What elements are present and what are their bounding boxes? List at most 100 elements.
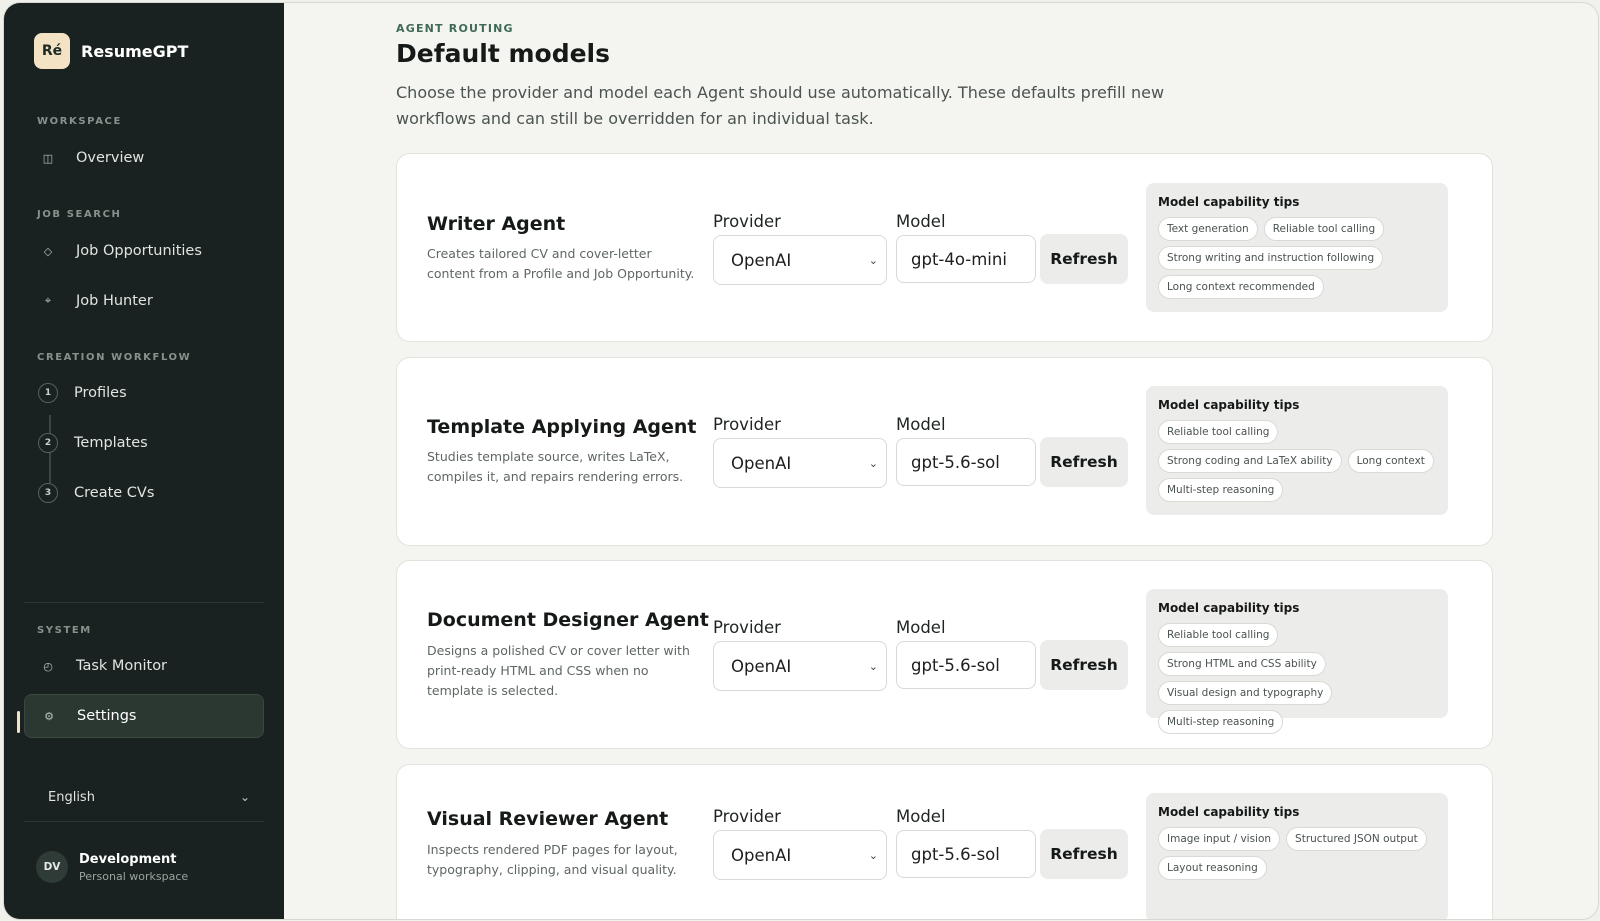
app-logo: Ré xyxy=(34,33,70,69)
user-card[interactable]: DV Development Personal workspace xyxy=(36,851,188,883)
provider-select[interactable]: OpenAI ⌄ xyxy=(713,438,887,488)
sidebar-item-label: Task Monitor xyxy=(76,658,168,674)
model-input[interactable]: gpt-4o-mini xyxy=(896,235,1036,283)
user-subtitle: Personal workspace xyxy=(79,869,189,883)
model-input[interactable]: gpt-5.6-sol xyxy=(896,641,1036,689)
refresh-button[interactable]: Refresh xyxy=(1040,829,1128,879)
provider-label: Provider xyxy=(713,807,781,826)
step-badge: 1 xyxy=(38,383,58,403)
sidebar: Ré ResumeGPT WORKSPACE ◫ Overview JOB SE… xyxy=(4,3,284,919)
clock-icon: ◴ xyxy=(43,659,53,673)
model-input[interactable]: gpt-5.6-sol xyxy=(896,830,1036,878)
provider-value: OpenAI xyxy=(731,845,792,865)
capability-chip: Multi-step reasoning xyxy=(1158,478,1284,502)
provider-label: Provider xyxy=(713,618,781,637)
capability-tips: Model capability tips Reliable tool call… xyxy=(1146,589,1448,734)
sidebar-item-label: Profiles xyxy=(74,385,127,401)
page-title: Default models xyxy=(396,39,611,68)
model-label: Model xyxy=(896,212,946,231)
language-value: English xyxy=(48,789,95,805)
chevron-down-icon: ⌄ xyxy=(868,848,878,862)
capability-tips: Model capability tips Image input / visi… xyxy=(1146,793,1448,919)
gear-icon: ⚙ xyxy=(44,709,54,723)
provider-select[interactable]: OpenAI ⌄ xyxy=(713,830,887,880)
refresh-button[interactable]: Refresh xyxy=(1040,437,1128,487)
section-label-system: SYSTEM xyxy=(37,625,92,636)
capability-chip: Reliable tool calling xyxy=(1158,420,1279,444)
model-input[interactable]: gpt-5.6-sol xyxy=(896,438,1036,486)
agent-name: Writer Agent xyxy=(427,213,566,235)
capability-tips: Model capability tips Text generation Re… xyxy=(1146,183,1448,312)
agent-card-document-designer: Document Designer Agent Designs a polish… xyxy=(396,560,1493,749)
agent-name: Visual Reviewer Agent xyxy=(427,808,669,830)
capability-chip: Structured JSON output xyxy=(1286,827,1427,851)
sidebar-item-label: Templates xyxy=(74,435,148,451)
main-content: AGENT ROUTING Default models Choose the … xyxy=(284,3,1598,919)
page-eyebrow: AGENT ROUTING xyxy=(396,22,514,35)
capability-chip: Multi-step reasoning xyxy=(1158,710,1284,734)
sidebar-divider xyxy=(24,602,264,603)
sidebar-item-task-monitor[interactable]: ◴ Task Monitor xyxy=(24,644,264,688)
app-window: Ré ResumeGPT WORKSPACE ◫ Overview JOB SE… xyxy=(4,3,1598,919)
step-badge: 3 xyxy=(38,483,58,503)
sidebar-item-settings[interactable]: ⚙ Settings xyxy=(24,694,264,738)
provider-select[interactable]: OpenAI ⌄ xyxy=(713,641,887,691)
capability-chip: Reliable tool calling xyxy=(1263,217,1385,241)
capability-chip: Reliable tool calling xyxy=(1158,623,1279,647)
agent-description: Inspects rendered PDF pages for layout, … xyxy=(427,842,678,877)
app-name: ResumeGPT xyxy=(81,41,189,61)
tips-title: Model capability tips xyxy=(1158,195,1300,209)
avatar: DV xyxy=(36,851,68,883)
provider-value: OpenAI xyxy=(731,250,792,270)
agent-name: Template Applying Agent xyxy=(427,416,697,438)
sidebar-item-job-opportunities[interactable]: ◇ Job Opportunities xyxy=(24,229,264,273)
sidebar-item-profiles[interactable]: 1 Profiles xyxy=(24,371,264,415)
chevron-down-icon: ⌄ xyxy=(868,659,878,673)
capability-chip: Long context xyxy=(1347,449,1434,473)
capability-chip: Strong HTML and CSS ability xyxy=(1158,652,1326,676)
capability-chip: Text generation xyxy=(1158,217,1258,241)
provider-value: OpenAI xyxy=(731,453,792,473)
agent-card-writer: Writer Agent Creates tailored CV and cov… xyxy=(396,153,1493,342)
capability-chip: Image input / vision xyxy=(1158,827,1281,851)
provider-label: Provider xyxy=(713,415,781,434)
sidebar-item-overview[interactable]: ◫ Overview xyxy=(24,136,264,180)
model-label: Model xyxy=(896,807,946,826)
sidebar-item-label: Job Hunter xyxy=(76,293,153,309)
agent-description: Designs a polished CV or cover letter wi… xyxy=(427,643,690,698)
sidebar-item-templates[interactable]: 2 Templates xyxy=(24,421,264,465)
refresh-button[interactable]: Refresh xyxy=(1040,234,1128,284)
chevron-down-icon: ⌄ xyxy=(868,253,878,267)
sidebar-item-job-hunter[interactable]: ⌖ Job Hunter xyxy=(24,279,264,323)
provider-select[interactable]: OpenAI ⌄ xyxy=(713,235,887,285)
agent-description: Creates tailored CV and cover-letter con… xyxy=(427,246,695,281)
sidebar-divider xyxy=(24,821,264,822)
language-select[interactable]: English ⌄ xyxy=(24,779,264,815)
tips-title: Model capability tips xyxy=(1158,398,1300,412)
sidebar-item-label: Overview xyxy=(76,150,145,166)
crosshair-icon: ⌖ xyxy=(44,294,52,307)
section-label-workspace: WORKSPACE xyxy=(37,116,122,127)
capability-chip: Layout reasoning xyxy=(1158,856,1267,880)
agent-card-template-applying: Template Applying Agent Studies template… xyxy=(396,357,1493,546)
section-label-creation-workflow: CREATION WORKFLOW xyxy=(37,352,192,363)
capability-chip: Strong writing and instruction following xyxy=(1158,246,1384,270)
step-badge: 2 xyxy=(38,433,58,453)
sidebar-item-create-cvs[interactable]: 3 Create CVs xyxy=(24,471,264,515)
chevron-down-icon: ⌄ xyxy=(239,790,250,804)
model-label: Model xyxy=(896,618,946,637)
chevron-down-icon: ⌄ xyxy=(868,456,878,470)
refresh-button[interactable]: Refresh xyxy=(1040,640,1128,690)
brand[interactable]: Ré ResumeGPT xyxy=(34,33,188,69)
agent-card-visual-reviewer: Visual Reviewer Agent Inspects rendered … xyxy=(396,764,1493,919)
sidebar-item-label: Create CVs xyxy=(74,485,155,501)
active-indicator xyxy=(17,711,20,733)
tips-title: Model capability tips xyxy=(1158,805,1300,819)
capability-chip: Long context recommended xyxy=(1158,275,1324,299)
agent-name: Document Designer Agent xyxy=(427,609,709,631)
capability-tips: Model capability tips Reliable tool call… xyxy=(1146,386,1448,515)
page-description: Choose the provider and model each Agent… xyxy=(396,83,1165,128)
capability-chip: Visual design and typography xyxy=(1158,681,1333,705)
sidebar-item-label: Settings xyxy=(77,708,137,724)
tips-title: Model capability tips xyxy=(1158,601,1300,615)
